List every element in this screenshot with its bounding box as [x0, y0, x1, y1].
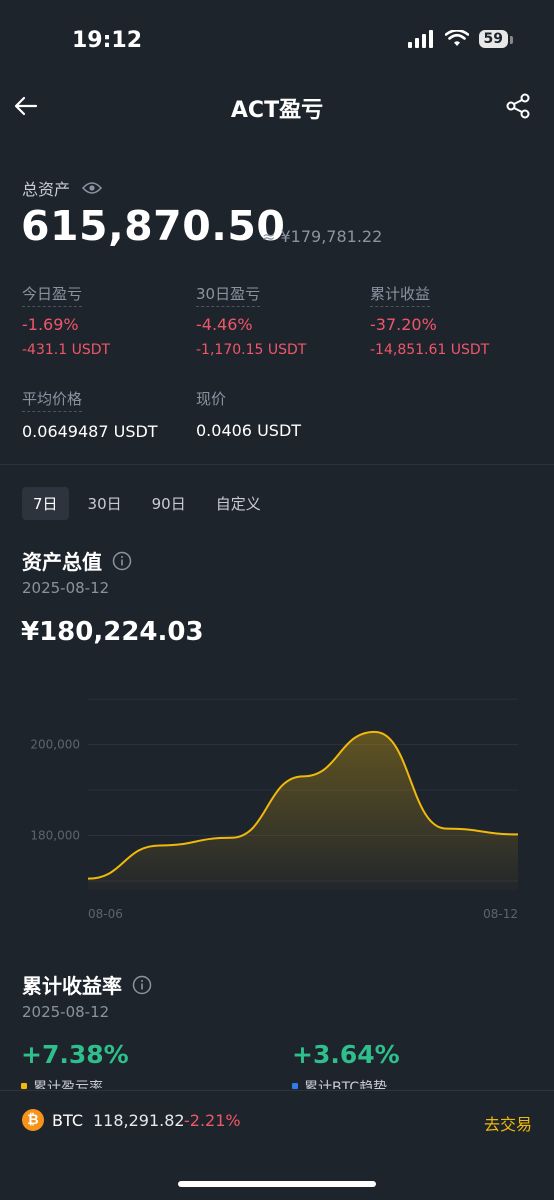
chart-y-tick-label: 200,000: [30, 738, 80, 752]
ticker-change: -2.21%: [184, 1111, 241, 1130]
stat-today: 今日盈亏 -1.69% -431.1 USDT: [22, 283, 110, 358]
pnl-rate-legend: 累计盈亏率: [21, 1077, 103, 1089]
trade-button[interactable]: 去交易: [484, 1111, 532, 1135]
stat-cumulative: 累计收益 -37.20% -14,851.61 USDT: [370, 283, 489, 358]
return-section-title: 累计收益率: [22, 974, 122, 998]
chart-y-axis: 200,000 180,000: [30, 738, 80, 843]
asset-section-date: 2025-08-12: [22, 579, 110, 597]
tab-90d[interactable]: 90日: [141, 487, 197, 520]
stat-today-pct: -1.69%: [22, 315, 79, 334]
info-icon[interactable]: [112, 551, 132, 571]
tab-custom[interactable]: 自定义: [205, 487, 272, 520]
total-assets-label-row: 总资产: [22, 176, 103, 200]
signal-icon: [407, 30, 433, 48]
btc-rate-legend: 累计BTC趋势: [292, 1077, 387, 1089]
chart-x-tick-label: 08-06: [88, 907, 123, 921]
status-bar: 19:12 59: [0, 0, 554, 80]
stat-cumulative-label[interactable]: 累计收益: [370, 283, 431, 307]
page-title: ACT盈亏: [230, 98, 324, 123]
asset-value-chart[interactable]: 200,000 180,000 08-06 08-12: [0, 690, 554, 930]
stat-30d: 30日盈亏 -4.46% -1,170.15 USDT: [196, 283, 306, 358]
stat-avg-price: 平均价格 0.0649487 USDT: [22, 388, 158, 441]
eye-icon[interactable]: [82, 181, 103, 195]
ticker-symbol: BTC: [52, 1111, 83, 1130]
chart-x-axis: 08-06 08-12: [88, 907, 518, 921]
asset-total-amount: ¥180,224.03: [21, 617, 204, 647]
stat-current-price-value: 0.0406 USDT: [196, 421, 302, 440]
total-assets-value: 615,870.50: [21, 202, 286, 250]
stat-avg-price-value: 0.0649487 USDT: [22, 422, 158, 441]
ticker-price: 118,291.82: [93, 1111, 185, 1130]
section-divider: [0, 464, 554, 465]
ticker-bar: ₿ BTC 118,291.82 -2.21% 去交易: [0, 1090, 554, 1200]
stat-current-price-label: 现价: [196, 390, 227, 408]
status-time: 19:12: [72, 28, 143, 53]
info-icon[interactable]: [132, 975, 152, 995]
pnl-legend-dot: [21, 1083, 27, 1089]
asset-section-title-row: 资产总值: [22, 546, 132, 575]
btc-rate-value: +3.64%: [292, 1040, 400, 1069]
stat-cumulative-usdt: -14,851.61 USDT: [370, 342, 490, 358]
wifi-icon: [444, 30, 469, 46]
stat-today-label[interactable]: 今日盈亏: [22, 283, 83, 307]
stat-current-price: 现价 0.0406 USDT: [196, 388, 301, 440]
stat-cumulative-pct: -37.20%: [370, 315, 437, 334]
nav-bar: ACT盈亏: [0, 84, 554, 132]
return-section-title-row: 累计收益率: [22, 970, 152, 999]
tab-7d[interactable]: 7日: [22, 487, 69, 520]
bitcoin-icon: ₿: [22, 1109, 44, 1131]
chart-x-tick-label: 08-12: [483, 907, 518, 921]
btc-legend-dot: [292, 1083, 298, 1089]
btc-rate-label: 累计BTC趋势: [304, 1080, 388, 1089]
share-icon[interactable]: [504, 92, 532, 120]
stat-avg-price-label[interactable]: 平均价格: [22, 388, 83, 412]
total-assets-label: 总资产: [22, 180, 71, 199]
total-assets-cny: ≈ ¥179,781.22: [262, 227, 383, 246]
stat-30d-pct: -4.46%: [196, 315, 253, 334]
pnl-rate-label: 累计盈亏率: [33, 1080, 103, 1089]
tab-30d[interactable]: 30日: [77, 487, 133, 520]
battery-indicator: 59: [478, 30, 514, 48]
stat-30d-usdt: -1,170.15 USDT: [196, 342, 307, 358]
stat-30d-label[interactable]: 30日盈亏: [196, 283, 261, 307]
pnl-rate-value: +7.38%: [21, 1040, 129, 1069]
status-indicators: 59: [407, 30, 514, 48]
chart-area: [88, 731, 518, 890]
asset-section-title: 资产总值: [22, 550, 102, 574]
home-indicator: [178, 1181, 376, 1187]
stat-today-usdt: -431.1 USDT: [22, 342, 111, 358]
chart-y-tick-label: 180,000: [30, 828, 80, 842]
return-section-date: 2025-08-12: [22, 1003, 110, 1021]
range-tabs: 7日 30日 90日 自定义: [22, 487, 272, 520]
